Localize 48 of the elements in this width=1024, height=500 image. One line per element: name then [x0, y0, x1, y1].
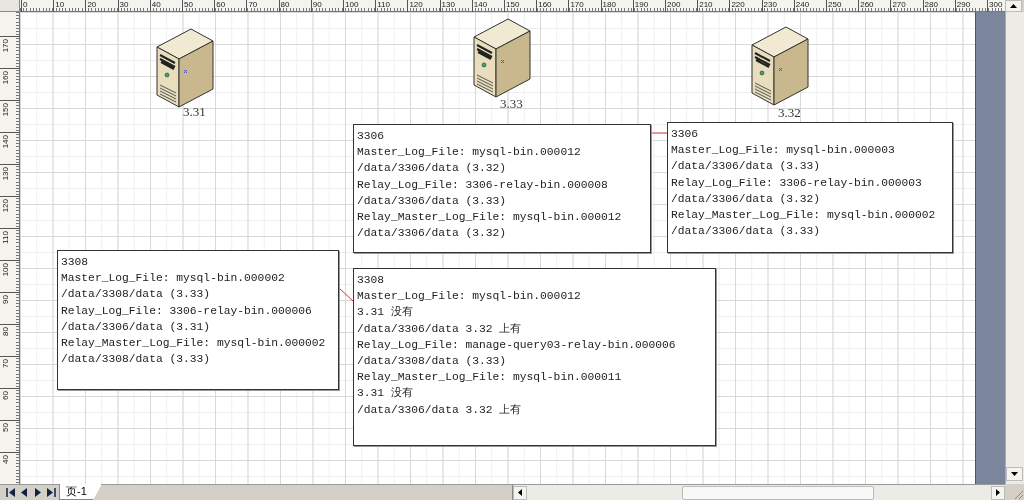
box-text-line: /data/3308/data (3.33) [61, 352, 212, 368]
box-text-line: Master_Log_File: mysql-bin.000012 [357, 289, 582, 305]
ruler-number: 40 [1, 455, 10, 464]
box-text-line: /data/3306/data (3.32) [671, 191, 822, 207]
box-text-line: 3306 [671, 127, 700, 142]
server-label: 3.33 [500, 96, 523, 112]
ruler-number: 90 [1, 295, 10, 304]
ruler-number: 120 [1, 199, 10, 213]
ruler-number: 150 [1, 103, 10, 117]
ruler-number: 80 [1, 327, 10, 336]
box-text-line: Master_Log_File: mysql-bin.000012 [357, 145, 582, 161]
box-text-line: /data/3306/data (3.33) [671, 159, 822, 175]
box-text-line: /data/3306/data (3.32) [357, 161, 508, 177]
box-text-line: /data/3306/data 3.32 上有 [357, 321, 523, 337]
box-text-line: Relay_Log_File: 3306-relay-bin.000008 [357, 177, 609, 193]
ruler-number: 160 [1, 71, 10, 85]
box-text-line: /data/3308/data (3.33) [357, 354, 508, 369]
box-text-line: Relay_Log_File: manage-query03-relay-bin.000006 [357, 337, 677, 353]
box-text-line: /data/3306/data (3.31) [61, 319, 212, 335]
box-text-line: 3.31 没有 [357, 386, 414, 402]
server-label: 3.31 [183, 104, 206, 120]
box-text-line: Relay_Log_File: 3306-relay-bin.000006 [61, 303, 313, 319]
box-text-line: Relay_Master_Log_File: mysql-bin.000012 [357, 210, 623, 225]
server-label: 3.32 [778, 105, 801, 121]
box-text-line: Master_Log_File: mysql-bin.000003 [671, 143, 896, 159]
ruler-number: 110 [1, 231, 10, 244]
ruler-number: 50 [1, 423, 10, 432]
box-text-line: /data/3308/data (3.33) [61, 287, 212, 303]
box-text-line: 3308 [357, 273, 386, 288]
box-text-line: /data/3306/data (3.33) [671, 224, 822, 240]
box-text-line: /data/3306/data 3.32 上有 [357, 402, 523, 418]
box-text-line: 3.31 没有 [357, 305, 414, 321]
box-text-line: /data/3306/data (3.33) [357, 193, 508, 209]
box-text-line: 3308 [61, 255, 90, 270]
ruler-number: 170 [1, 39, 10, 53]
ruler-number: 130 [1, 167, 10, 181]
ruler-number: 100 [1, 263, 10, 277]
box-text-line: /data/3306/data (3.32) [357, 226, 508, 242]
ruler-number: 70 [1, 359, 10, 368]
box-text-line: Relay_Master_Log_File: mysql-bin.000002 [61, 336, 327, 351]
box-text-line: Relay_Master_Log_File: mysql-bin.000011 [357, 370, 623, 386]
box-text-line: Relay_Master_Log_File: mysql-bin.000002 [671, 208, 937, 223]
ruler-number: 60 [1, 391, 10, 400]
box-text-line: Relay_Log_File: 3306-relay-bin.000003 [671, 175, 923, 191]
ruler-number: 140 [1, 135, 10, 149]
box-text-line: 3306 [357, 129, 386, 144]
page-tab[interactable]: 页-1 [59, 484, 102, 500]
box-text-line: Master_Log_File: mysql-bin.000002 [61, 271, 286, 287]
